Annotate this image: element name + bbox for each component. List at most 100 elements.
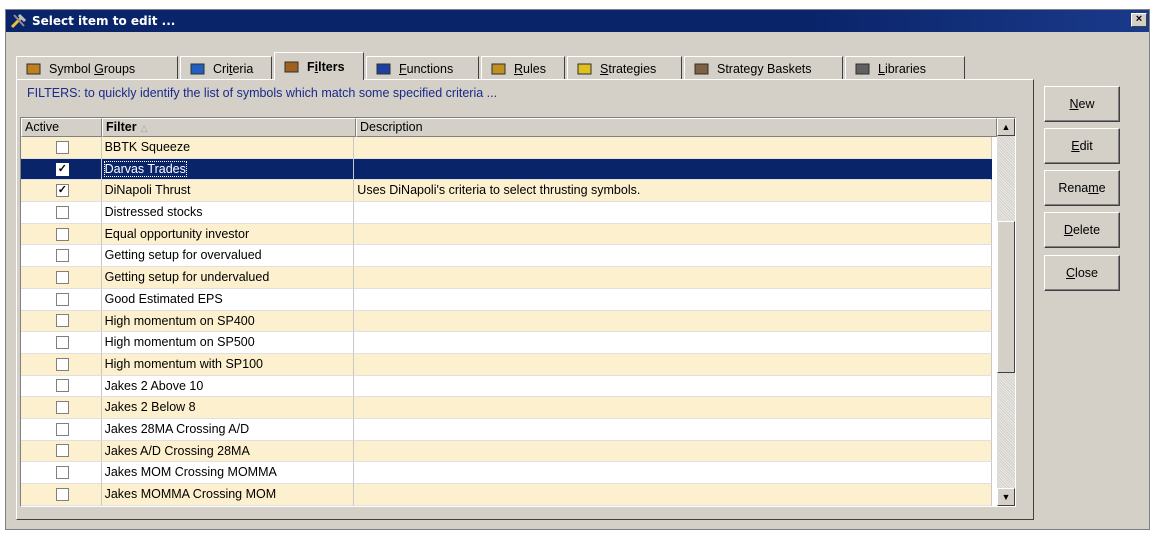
table-row[interactable]: Jakes 28MA Crossing A/D: [21, 418, 992, 441]
description-cell: [354, 288, 992, 311]
active-cell: [21, 484, 102, 506]
scrollbar-thumb[interactable]: [997, 221, 1015, 373]
active-cell: [21, 418, 102, 441]
column-header-active[interactable]: Active: [21, 118, 102, 137]
description-cell: [354, 375, 992, 398]
active-cell: [21, 397, 102, 419]
table-row[interactable]: Getting setup for undervalued: [21, 267, 992, 289]
table-row[interactable]: High momentum with SP100: [21, 353, 992, 376]
tab-label: Functions: [399, 61, 454, 76]
active-checkbox[interactable]: [55, 140, 69, 154]
description-cell: [354, 462, 992, 484]
active-checkbox[interactable]: [55, 314, 69, 328]
active-cell: [21, 462, 102, 484]
column-header-filter[interactable]: Filter △: [102, 118, 356, 137]
description-cell: [354, 223, 992, 246]
tab-strategy-baskets[interactable]: Strategy Baskets: [684, 56, 843, 80]
close-button[interactable]: Close: [1044, 255, 1120, 291]
table-row[interactable]: Jakes 2 Below 8: [21, 397, 992, 419]
window-close-button[interactable]: ×: [1131, 13, 1147, 27]
filter-name-cell: Good Estimated EPS: [101, 288, 355, 311]
filter-name-cell: Jakes MOMMA Crossing MOM: [101, 484, 355, 506]
active-cell: [21, 137, 102, 159]
active-cell: ✓: [21, 180, 102, 203]
column-header-description[interactable]: Description: [356, 118, 997, 137]
filter-name-cell: Equal opportunity investor: [101, 223, 355, 246]
criteria-icon: [189, 61, 207, 77]
description-cell: [354, 158, 992, 181]
libraries-icon: [854, 61, 872, 77]
active-checkbox[interactable]: [55, 270, 69, 284]
table-row[interactable]: BBTK Squeeze: [21, 137, 992, 159]
scroll-up-button[interactable]: ▲: [997, 118, 1015, 136]
tab-rules[interactable]: Rules: [481, 56, 565, 80]
strategy-baskets-icon: [693, 61, 711, 77]
active-checkbox[interactable]: ✓: [55, 184, 69, 198]
active-checkbox[interactable]: [55, 336, 69, 350]
active-checkbox[interactable]: [55, 205, 69, 219]
active-checkbox[interactable]: [55, 444, 69, 458]
active-checkbox[interactable]: [55, 466, 69, 480]
scroll-down-button[interactable]: ▼: [997, 488, 1015, 506]
edit-button[interactable]: Edit: [1044, 128, 1120, 164]
table-row[interactable]: ✓ DiNapoli Thrust Uses DiNapoli's criteria…: [21, 180, 992, 203]
active-checkbox[interactable]: [55, 401, 69, 415]
filter-name-cell: High momentum with SP100: [101, 353, 355, 376]
table-row[interactable]: Getting setup for overvalued: [21, 245, 992, 268]
active-cell: [21, 375, 102, 398]
tab-filters[interactable]: Filters: [274, 52, 364, 80]
description-cell: [354, 310, 992, 333]
filters-table[interactable]: Active Filter △ Description BBTK Squeeze ✓…: [20, 117, 1016, 507]
active-checkbox[interactable]: [55, 357, 69, 371]
filter-name-cell: Getting setup for overvalued: [101, 245, 355, 268]
filter-name-cell: Getting setup for undervalued: [101, 267, 355, 289]
window-title: Select item to edit ...: [32, 14, 176, 28]
active-cell: [21, 288, 102, 311]
tab-strategies[interactable]: Strategies: [567, 56, 682, 80]
table-row[interactable]: Distressed stocks: [21, 202, 992, 224]
tab-symbol-groups[interactable]: Symbol Groups: [16, 56, 178, 80]
vertical-scrollbar[interactable]: ▲ ▼: [997, 118, 1015, 506]
new-button[interactable]: New: [1044, 86, 1120, 122]
active-checkbox[interactable]: [55, 292, 69, 306]
table-row[interactable]: ✓ Darvas Trades: [21, 158, 992, 181]
description-cell: [354, 440, 992, 463]
active-cell: [21, 440, 102, 463]
table-body: BBTK Squeeze ✓ Darvas Trades ✓ DiNapoli Thru…: [21, 137, 992, 506]
tab-label: Criteria: [213, 61, 254, 76]
active-cell: [21, 223, 102, 246]
description-cell: [354, 418, 992, 441]
table-row[interactable]: Jakes A/D Crossing 28MA: [21, 440, 992, 463]
table-row[interactable]: Good Estimated EPS: [21, 288, 992, 311]
delete-button[interactable]: Delete: [1044, 212, 1120, 248]
title-bar[interactable]: Select item to edit ... ×: [6, 10, 1149, 32]
table-row[interactable]: High momentum on SP400: [21, 310, 992, 333]
description-cell: [354, 397, 992, 419]
functions-icon: [375, 61, 393, 77]
tab-libraries[interactable]: Libraries: [845, 56, 965, 80]
filter-name-cell: BBTK Squeeze: [101, 137, 355, 159]
symbol-groups-icon: [25, 61, 43, 77]
active-checkbox[interactable]: [55, 422, 69, 436]
active-checkbox[interactable]: [55, 249, 69, 263]
active-checkbox[interactable]: ✓: [55, 162, 69, 176]
active-checkbox[interactable]: [55, 227, 69, 241]
table-row[interactable]: Equal opportunity investor: [21, 223, 992, 246]
table-row[interactable]: Jakes 2 Above 10: [21, 375, 992, 398]
active-cell: [21, 267, 102, 289]
tab-functions[interactable]: Functions: [366, 56, 479, 80]
tab-label: Rules: [514, 61, 546, 76]
tab-criteria[interactable]: Criteria: [180, 56, 272, 80]
active-checkbox[interactable]: [55, 379, 69, 393]
tab-strip: Symbol Groups Criteria Filters Functions Rul…: [16, 52, 967, 80]
filter-name-cell: Distressed stocks: [101, 202, 355, 224]
active-checkbox[interactable]: [55, 487, 69, 501]
table-row[interactable]: High momentum on SP500: [21, 332, 992, 354]
table-header: Active Filter △ Description: [21, 118, 997, 137]
filters-icon: [283, 59, 301, 75]
rename-button[interactable]: Rename: [1044, 170, 1120, 206]
table-row[interactable]: Jakes MOMMA Crossing MOM: [21, 484, 992, 506]
description-cell: [354, 202, 992, 224]
table-row[interactable]: Jakes MOM Crossing MOMMA: [21, 462, 992, 484]
active-cell: [21, 332, 102, 354]
